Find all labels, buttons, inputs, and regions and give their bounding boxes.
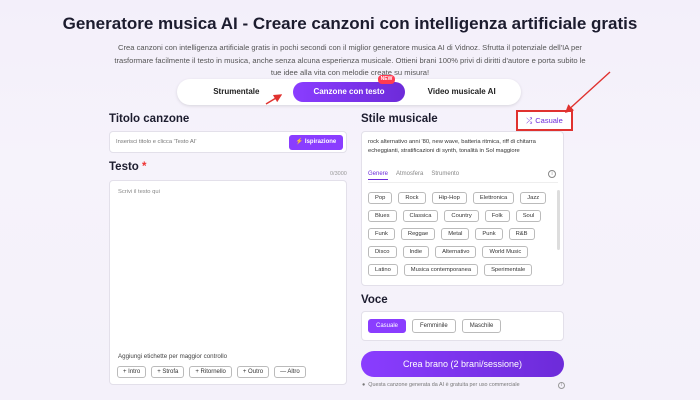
tag-altro-button[interactable]: — Altro — [274, 366, 306, 378]
genre-chip[interactable]: Hip-Hop — [431, 192, 467, 204]
genre-scrollbar[interactable] — [557, 190, 560, 250]
note-info-icon[interactable]: i — [558, 382, 565, 389]
song-title-placeholder: Inserisci titolo e clicca 'Testo AI' — [116, 139, 197, 145]
bolt-icon: ⚡ — [295, 139, 304, 145]
tag-hint: Aggiungi etichette per maggior controllo — [118, 353, 228, 360]
genre-chip[interactable]: Jazz — [520, 192, 547, 204]
voice-options: Casuale Femminile Maschile — [368, 319, 502, 333]
voice-option-casuale[interactable]: Casuale — [368, 319, 407, 333]
genre-chip[interactable]: Punk — [475, 228, 503, 240]
required-mark: * — [142, 161, 147, 173]
inspire-button-label: Ispirazione — [304, 139, 337, 145]
genre-chip[interactable]: R&B — [508, 228, 535, 240]
genre-chip[interactable]: Soul — [515, 210, 542, 222]
lyrics-label: Testo * — [109, 161, 147, 173]
tab-canzone-con-testo[interactable]: Canzone con testo NEW — [292, 75, 406, 102]
tag-row: + Intro + Strofa + Ritornello + Outro — … — [117, 366, 306, 378]
genre-chip[interactable]: Sperimentale — [484, 264, 533, 276]
genre-list: Pop Rock Hip-Hop Elettronica Jazz Blues … — [368, 192, 556, 276]
divider — [368, 182, 558, 183]
genre-chip[interactable]: World Music — [482, 246, 529, 258]
genre-chip[interactable]: Disco — [368, 246, 397, 258]
genre-chip[interactable]: Blues — [368, 210, 397, 222]
tab-video-musicale[interactable]: Video musicale AI — [405, 82, 518, 102]
info-icon[interactable]: i — [548, 170, 556, 178]
genre-chip[interactable]: Folk — [484, 210, 510, 222]
style-sub-tabs: Genere Atmosfera Strumento — [368, 171, 459, 180]
random-style-label: Casuale — [535, 116, 563, 125]
page-description: Crea canzoni con intelligenza artificial… — [114, 43, 586, 77]
create-song-button[interactable]: Crea brano (2 brani/sessione) — [361, 351, 564, 377]
genre-chip[interactable]: Indie — [402, 246, 430, 258]
subtab-atmosfera[interactable]: Atmosfera — [396, 171, 423, 180]
genre-chip[interactable]: Pop — [368, 192, 393, 204]
genre-chip[interactable]: Latino — [368, 264, 398, 276]
page-title: Generatore musica AI - Creare canzoni co… — [62, 14, 638, 33]
tab-strumentale[interactable]: Strumentale — [180, 82, 293, 102]
genre-chip[interactable]: Metal — [441, 228, 470, 240]
voice-label: Voce — [361, 294, 388, 306]
tag-outro-button[interactable]: + Outro — [236, 366, 270, 378]
genre-chip[interactable]: Country — [444, 210, 479, 222]
inspire-button[interactable]: ⚡ Ispirazione — [289, 135, 343, 150]
tag-ritornello-button[interactable]: + Ritornello — [189, 366, 232, 378]
genre-chip[interactable]: Reggae — [400, 228, 436, 240]
lyrics-counter: 0/3000 — [330, 171, 347, 177]
commercial-note: ● Questa canzone generata da AI è gratui… — [362, 382, 520, 388]
mode-tabs: Strumentale Canzone con testo NEW Video … — [177, 75, 521, 105]
new-badge: NEW — [377, 75, 396, 84]
genre-chip[interactable]: Classica — [402, 210, 439, 222]
voice-option-maschile[interactable]: Maschile — [461, 319, 502, 333]
subtab-genere[interactable]: Genere — [368, 171, 389, 180]
genre-chip[interactable]: Elettronica — [472, 192, 515, 204]
voice-option-femminile[interactable]: Femminile — [412, 319, 456, 333]
tag-intro-button[interactable]: + Intro — [117, 366, 147, 378]
genre-chip[interactable]: Rock — [398, 192, 426, 204]
lyrics-textarea[interactable]: Scrivi il testo qui Aggiungi etichette p… — [109, 180, 347, 385]
lyrics-label-text: Testo — [109, 161, 139, 173]
style-description-input[interactable]: rock alternativo anni '80, new wave, bat… — [368, 138, 558, 165]
tag-strofa-button[interactable]: + Strofa — [151, 366, 185, 378]
genre-chip[interactable]: Funk — [368, 228, 395, 240]
song-title-input[interactable]: Inserisci titolo e clicca 'Testo AI' ⚡ I… — [109, 131, 347, 153]
check-circle-icon: ● — [362, 382, 366, 388]
tab-label: Canzone con testo — [313, 87, 385, 96]
shuffle-icon: ⤮ — [526, 115, 533, 125]
subtab-strumento[interactable]: Strumento — [431, 171, 459, 180]
commercial-note-text: Questa canzone generata da AI è gratuita… — [368, 382, 520, 388]
genre-chip[interactable]: Musica contemporanea — [403, 264, 479, 276]
style-label: Stile musicale — [361, 113, 438, 125]
song-title-label: Titolo canzone — [109, 113, 190, 125]
genre-chip[interactable]: Alternativo — [435, 246, 477, 258]
lyrics-placeholder: Scrivi il testo qui — [118, 189, 160, 195]
random-style-button[interactable]: ⤮ Casuale — [516, 110, 573, 131]
style-panel: rock alternativo anni '80, new wave, bat… — [361, 131, 564, 286]
voice-panel: Casuale Femminile Maschile — [361, 311, 564, 341]
